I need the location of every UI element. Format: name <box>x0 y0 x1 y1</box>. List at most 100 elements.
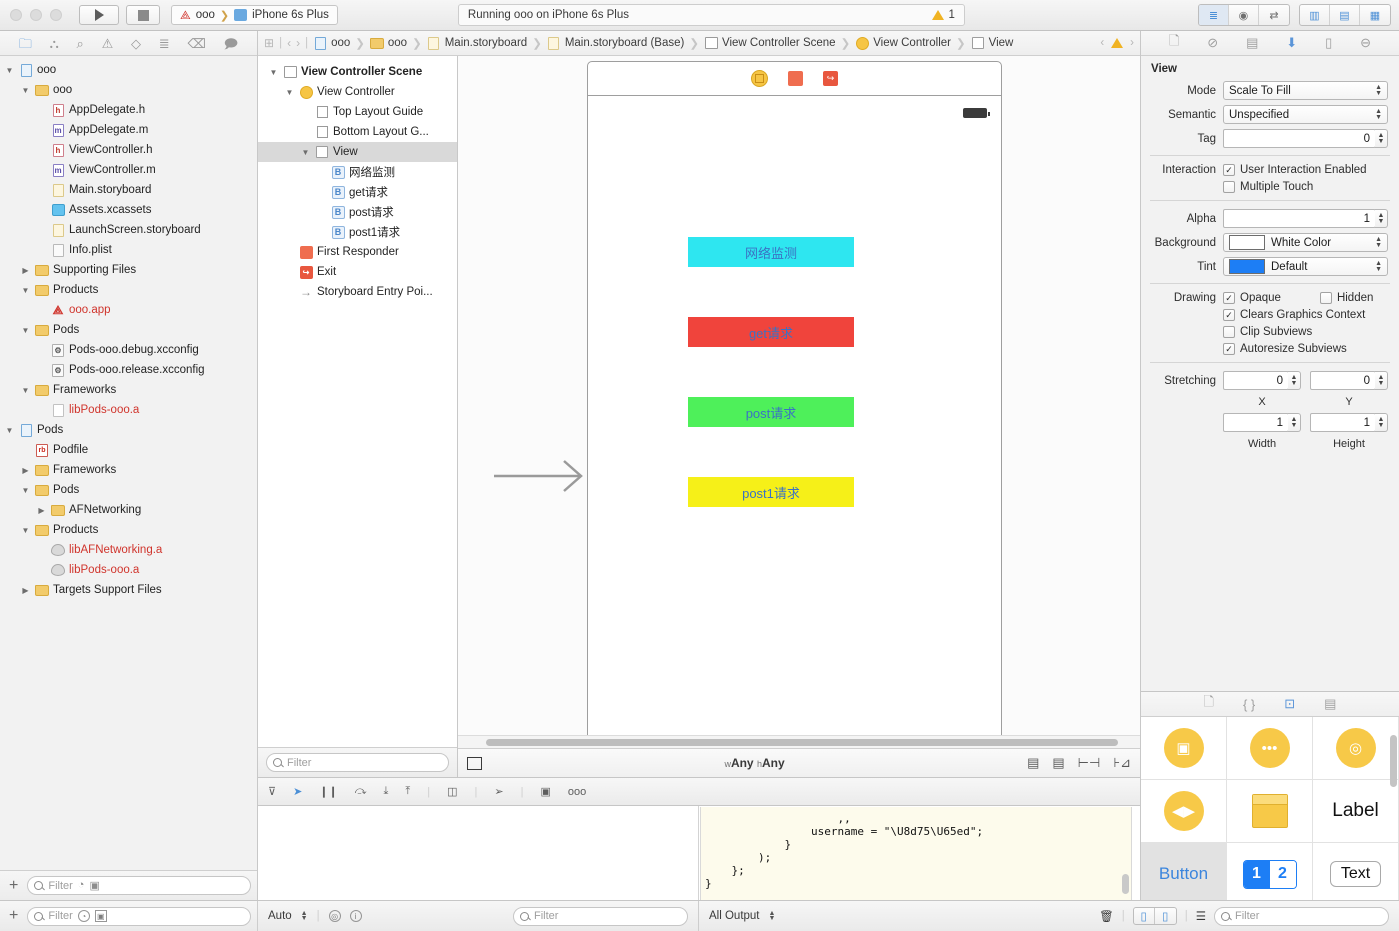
tree-row[interactable]: ▼ Pods <box>0 420 257 440</box>
source-control-icon[interactable]: ▣ <box>89 879 99 892</box>
storyboard-button[interactable]: post请求 <box>688 397 854 427</box>
go-back-button[interactable]: ‹ <box>287 36 291 50</box>
tree-row[interactable]: ▼ Frameworks <box>0 380 257 400</box>
outline-filter-input[interactable]: Filter <box>266 753 449 772</box>
size-inspector-tab[interactable]: ▯ <box>1325 35 1332 51</box>
project-file-tree[interactable]: ▼ ooo ▼ ooo h AppDelegate.h m AppDelegate.m h Vie… <box>0 56 257 870</box>
disclosure-triangle-down-icon[interactable]: ▼ <box>20 526 31 535</box>
close-window-button[interactable] <box>10 9 22 21</box>
recent-files-icon[interactable]: ◔ <box>78 879 85 892</box>
tree-row[interactable]: ▶ Targets Support Files <box>0 580 257 600</box>
library-item[interactable]: Text <box>1313 843 1399 900</box>
autoresize-subviews-checkbox[interactable]: ✓ <box>1223 343 1235 355</box>
stretch-x-input[interactable]: 0 <box>1223 371 1289 390</box>
disclosure-triangle-down-icon[interactable]: ▼ <box>300 148 311 157</box>
navigator-filter-input[interactable]: Filter ◔ ▣ <box>27 876 251 895</box>
tree-row[interactable]: Bpost1请求 <box>258 222 457 242</box>
prev-issue-button[interactable]: ‹ <box>1100 37 1104 49</box>
toggle-outline-button[interactable] <box>467 756 482 770</box>
step-into-icon[interactable]: ⤓ <box>383 785 388 798</box>
library-item[interactable]: ◀▶ <box>1141 780 1227 843</box>
embed-in-icon[interactable]: ▤ <box>1052 755 1064 771</box>
library-item[interactable]: Button <box>1141 843 1227 900</box>
background-color-select[interactable]: White Color ▲ ▼ <box>1223 233 1388 252</box>
scheme-selector[interactable]: ⟁ ooo ❯ iPhone 6s Plus <box>171 5 338 25</box>
debug-navigator-tab[interactable]: ≣ <box>159 37 170 50</box>
variable-scope-label[interactable]: Auto <box>268 910 292 922</box>
tree-row[interactable]: libAFNetworking.a <box>0 540 257 560</box>
file-template-library-tab[interactable]: 🗋 <box>1204 693 1214 715</box>
stretch-x-stepper[interactable]: ▲ ▼ <box>1288 371 1301 390</box>
tree-row[interactable]: → Storyboard Entry Poi... <box>258 282 457 302</box>
user-interaction-checkbox-row[interactable]: ✓ User Interaction Enabled <box>1223 164 1367 176</box>
connections-inspector-tab[interactable]: ⊖ <box>1360 35 1371 51</box>
go-forward-button[interactable]: › <box>296 36 300 50</box>
tree-row[interactable]: Assets.xcassets <box>0 200 257 220</box>
library-item[interactable]: 12 <box>1227 843 1313 900</box>
project-navigator-tab[interactable]: 🗀 <box>19 37 32 50</box>
library-item[interactable]: ••• <box>1227 717 1313 780</box>
disclosure-triangle-down-icon[interactable]: ▼ <box>4 66 15 75</box>
disclosure-triangle-down-icon[interactable]: ▼ <box>20 286 31 295</box>
jumpbar-item[interactable]: ooo <box>313 36 350 50</box>
variables-info-icon[interactable]: i <box>349 910 362 922</box>
disclosure-triangle-right-icon[interactable]: ▶ <box>20 266 31 275</box>
editor-mode-segment[interactable]: ≣ ◉ ⇄ <box>1197 4 1290 26</box>
hide-debug-area-icon[interactable]: ⊽ <box>268 785 276 798</box>
filter-scope-buttons[interactable]: ◔ ▣ <box>78 879 100 892</box>
jumpbar-item[interactable]: Main.storyboard <box>427 36 527 50</box>
next-issue-button[interactable]: › <box>1130 37 1134 49</box>
location-simulate-icon[interactable]: ➢ <box>494 785 503 798</box>
semantic-select[interactable]: Unspecified ▲ ▼ <box>1223 105 1388 124</box>
tree-row[interactable]: libPods-ooo.a <box>0 400 257 420</box>
disclosure-triangle-down-icon[interactable]: ▼ <box>20 386 31 395</box>
disclosure-triangle-right-icon[interactable]: ▶ <box>36 506 47 515</box>
toggle-inspector-button[interactable]: ▦ <box>1360 5 1390 25</box>
tree-row[interactable]: ▼ View Controller Scene <box>258 62 457 82</box>
user-interaction-checkbox[interactable]: ✓ <box>1223 164 1235 176</box>
attributes-inspector-tab[interactable]: ⬇ <box>1286 35 1297 51</box>
disclosure-triangle-down-icon[interactable]: ▼ <box>4 426 15 435</box>
console-output[interactable]: ,, username = "\U8d75\U65ed"; } ); }; } <box>700 807 1132 900</box>
media-library-tab[interactable]: ▤ <box>1324 696 1336 712</box>
tree-row[interactable]: Bget请求 <box>258 182 457 202</box>
console-output-scope-stepper[interactable]: ▲ ▼ <box>769 910 776 922</box>
disclosure-triangle-down-icon[interactable]: ▼ <box>20 86 31 95</box>
tree-row[interactable]: ▼ ooo <box>0 80 257 100</box>
minimize-window-button[interactable] <box>30 9 42 21</box>
tree-row[interactable]: ▼ Pods <box>0 320 257 340</box>
tree-row[interactable]: ▶ AFNetworking <box>0 500 257 520</box>
jumpbar-item[interactable]: View Controller Scene <box>704 36 836 50</box>
clear-console-icon[interactable]: 🗑 <box>1099 909 1114 923</box>
tree-row[interactable]: m ViewController.m <box>0 160 257 180</box>
storyboard-canvas[interactable]: ↪ 网络监测 get请求 post请求 post1请求 <box>458 56 1140 735</box>
alpha-stepper[interactable]: ▲ ▼ <box>1375 209 1388 228</box>
filter-scope-buttons-bottom[interactable]: ◔ ▣ <box>77 910 107 922</box>
library-item[interactable]: ◎ <box>1313 717 1399 780</box>
tree-row[interactable]: ⟁ ooo.app <box>0 300 257 320</box>
identity-inspector-tab[interactable]: ▤ <box>1246 35 1258 51</box>
show-variables-view-button[interactable]: ▯ <box>1134 908 1155 924</box>
jumpbar-path[interactable]: ooo ❯ ooo ❯ Main.storyboard ❯ Main.storyboard … <box>313 36 1013 50</box>
alpha-input[interactable]: 1 <box>1223 209 1376 228</box>
navigator-filter-input-bottom[interactable]: Filter ◔ ▣ <box>27 906 251 926</box>
tree-row[interactable]: Top Layout Guide <box>258 102 457 122</box>
standard-editor-button[interactable]: ≣ <box>1198 5 1229 25</box>
view-controller-device-frame[interactable]: ↪ 网络监测 get请求 post请求 post1请求 <box>587 61 1002 735</box>
tree-row[interactable]: ▼ Products <box>0 280 257 300</box>
related-items-icon[interactable]: ⊞ <box>264 36 274 50</box>
opaque-checkbox[interactable]: ✓ <box>1223 292 1235 304</box>
library-scrollbar-thumb[interactable] <box>1390 735 1397 787</box>
canvas-horizontal-scrollbar[interactable] <box>458 735 1140 748</box>
document-outline-tree[interactable]: ▼ View Controller Scene ▼ View Controller To… <box>258 56 457 747</box>
tree-row[interactable]: Info.plist <box>0 240 257 260</box>
storyboard-button[interactable]: get请求 <box>688 317 854 347</box>
view-controller-icon[interactable] <box>751 70 768 87</box>
stretch-height-input[interactable]: 1 <box>1310 413 1376 432</box>
stretch-height-stepper[interactable]: ▲ ▼ <box>1375 413 1388 432</box>
tree-row[interactable]: ▼ View Controller <box>258 82 457 102</box>
toggle-navigator-button[interactable]: ▥ <box>1300 5 1330 25</box>
code-snippet-library-tab[interactable]: { } <box>1243 697 1255 712</box>
clears-graphics-context-checkbox[interactable]: ✓ <box>1223 309 1235 321</box>
disclosure-triangle-right-icon[interactable]: ▶ <box>20 466 31 475</box>
